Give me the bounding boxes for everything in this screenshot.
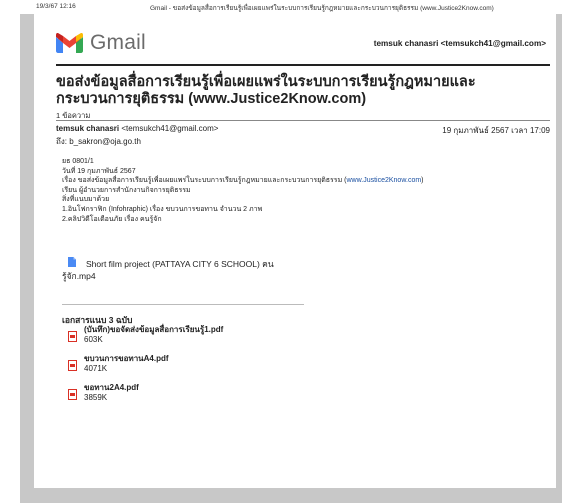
print-date: 19/3/67 12:16: [36, 3, 76, 10]
attachment-item[interactable]: ขอทาน2A4.pdf 3859K: [68, 383, 368, 405]
bottom-margin-bar: [20, 488, 562, 503]
drive-attachment[interactable]: Short film project (PATTAYA CITY 6 SCHOO…: [62, 257, 362, 282]
attachments-divider: [62, 304, 304, 305]
gmail-logo: Gmail: [56, 30, 146, 56]
attachment-size: 603K: [84, 335, 103, 344]
print-header: 19/3/67 12:16 Gmail - ขอส่งข้อมูลสื่อการ…: [0, 0, 562, 14]
attachment-name: ขบวนการขอทานA4.pdf: [84, 354, 169, 363]
email-page: Gmail temsuk chanasri <temsukch41@gmail.…: [34, 14, 556, 488]
sender-line: temsuk chanasri <temsukch41@gmail.com>: [56, 124, 218, 133]
file-icon: [68, 257, 76, 270]
gmail-wordmark: Gmail: [90, 31, 146, 54]
body-line: 2.คลิปวิดีโอเตือนภัย เรื่อง คนรู้จัก: [62, 215, 162, 223]
left-margin-bar: [20, 14, 34, 503]
sender-name: temsuk chanasri: [56, 124, 120, 133]
print-title: Gmail - ขอส่งข้อมูลสื่อการเรียนรู้เพื่อเ…: [150, 5, 494, 12]
header-divider: [56, 64, 550, 66]
body-line: วันที่ 19 กุมภาพันธ์ 2567: [62, 167, 136, 175]
body-line: 1.อินโฟกราฟิก (Infohraphic) เรื่อง ขบวนก…: [62, 205, 263, 213]
body-subject-suffix: ): [421, 177, 424, 185]
right-margin-bar: [556, 14, 562, 503]
body-line: ยธ 0801/1: [62, 158, 94, 165]
attachment-name: ขอทาน2A4.pdf: [84, 383, 139, 392]
attachment-name: (บันทึก)ขอจัดส่งข้อมูลสื่อการเรียนรู้1.p…: [84, 325, 224, 334]
drive-attachment-name-cont: รู้จัก.mp4: [62, 271, 96, 281]
attachment-size: 4071K: [84, 364, 108, 373]
email-subject: ขอส่งข้อมูลสื่อการเรียนรู้เพื่อเผยแพร่ใน…: [56, 74, 476, 107]
body-subject-text: เรื่อง ขอส่งข้อมูลสื่อการเรียนรู้เพื่อเผ…: [62, 177, 347, 185]
subject-divider: [56, 120, 550, 121]
email-body: ยธ 0801/1 วันที่ 19 กุมภาพันธ์ 2567 เรื่…: [62, 157, 532, 224]
recipient-line: ถึง: b_sakron@oja.go.th: [56, 137, 141, 146]
justice2know-link[interactable]: www.Justice2Know.com: [346, 177, 421, 184]
pdf-icon: [68, 358, 80, 376]
body-line: สิ่งที่แนบมาด้วย: [62, 196, 110, 204]
attachment-item[interactable]: ขบวนการขอทานA4.pdf 4071K: [68, 354, 368, 376]
sent-date: 19 กุมภาพันธ์ 2567 เวลา 17:09: [442, 126, 550, 135]
account-info: temsuk chanasri <temsukch41@gmail.com>: [373, 39, 546, 48]
body-line: เรียน ผู้อำนวยการสำนักงานกิจการยุติธรรม: [62, 186, 191, 194]
drive-attachment-name: Short film project (PATTAYA CITY 6 SCHOO…: [86, 258, 274, 269]
sender-email: <temsukch41@gmail.com>: [121, 124, 219, 133]
attachment-size: 3859K: [84, 393, 108, 402]
gmail-logo-icon: [56, 33, 83, 53]
pdf-icon: [68, 387, 80, 405]
attachment-item[interactable]: (บันทึก)ขอจัดส่งข้อมูลสื่อการเรียนรู้1.p…: [68, 325, 368, 347]
pdf-icon: [68, 329, 80, 347]
body-subject-line: เรื่อง ขอส่งข้อมูลสื่อการเรียนรู้เพื่อเผ…: [62, 176, 532, 186]
